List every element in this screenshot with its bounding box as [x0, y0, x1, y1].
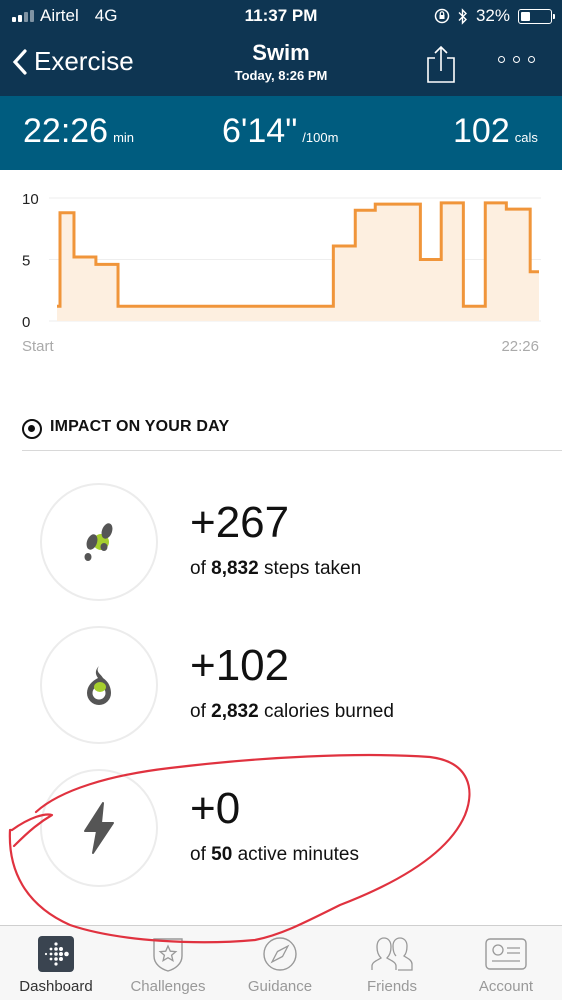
calories-total: 2,832: [211, 701, 259, 722]
lightning-icon: [84, 802, 114, 854]
x-tick-label-end: 22:26: [501, 338, 539, 355]
top-bar: Airtel 4G 11:37 PM 32% Exercise Swim Tod…: [0, 0, 562, 96]
tab-label: Guidance: [247, 978, 313, 995]
tab-label: Challenges: [130, 978, 206, 995]
steps-delta: +267: [190, 498, 290, 547]
impact-item-steps: +267 of 8,832 steps taken: [40, 483, 540, 603]
pace-chart-svg: 0 5 10 Start 22:26: [22, 191, 541, 355]
target-icon: [22, 419, 42, 439]
fitbit-logo-icon: [38, 936, 74, 972]
battery-icon: [518, 8, 555, 24]
battery-percent: 32%: [475, 6, 510, 25]
tab-label: Dashboard: [19, 978, 93, 995]
impact-item-active-minutes: +0 of 50 active minutes: [40, 769, 540, 889]
flame-icon: [87, 666, 111, 705]
pace-unit: /100m: [302, 130, 339, 145]
pace-metric: 6'14" /100m: [222, 112, 338, 151]
duration-metric: 22:26 min: [23, 112, 134, 151]
steps-total: 8,832: [211, 558, 259, 579]
star-badge-icon: [153, 938, 183, 972]
calories-description: of 2,832 calories burned: [190, 701, 394, 722]
duration-value: 22:26: [23, 112, 109, 150]
active-minutes-delta: +0: [190, 784, 241, 833]
calories-metric: 102 cals: [453, 112, 538, 151]
tab-guidance[interactable]: Guidance: [224, 926, 336, 1000]
tab-label: Account: [478, 978, 534, 995]
more-options-button[interactable]: [498, 56, 535, 63]
duration-unit: min: [113, 130, 135, 145]
active-minutes-description: of 50 active minutes: [190, 844, 360, 865]
y-tick-label: 5: [22, 253, 30, 270]
chart-area-fill: [57, 202, 539, 321]
active-minutes-icon-circle: [40, 769, 158, 887]
navigation-bar: Exercise Swim Today, 8:26 PM: [0, 36, 562, 96]
friends-icon: [371, 937, 413, 971]
y-tick-label: 0: [22, 314, 30, 331]
impact-item-calories: +102 of 2,832 calories burned: [40, 626, 540, 746]
orientation-lock-icon: [434, 8, 450, 24]
x-tick-label-start: Start: [22, 338, 55, 355]
calories-icon-circle: [40, 626, 158, 744]
pace-chart: 0 5 10 Start 22:26: [0, 170, 562, 370]
tab-challenges[interactable]: Challenges: [112, 926, 224, 1000]
footsteps-icon: [84, 523, 113, 561]
steps-icon-circle: [40, 483, 158, 601]
calories-unit: cals: [514, 130, 538, 145]
steps-description: of 8,832 steps taken: [190, 558, 362, 579]
impact-section-header: IMPACT ON YOUR DAY: [22, 418, 562, 451]
account-card-icon: [485, 938, 527, 970]
share-icon[interactable]: [425, 44, 457, 84]
pace-value: 6'14": [222, 112, 298, 150]
workout-summary: 22:26 min 6'14" /100m 102 cals: [0, 96, 562, 170]
tab-friends[interactable]: Friends: [336, 926, 448, 1000]
tab-account[interactable]: Account: [450, 926, 562, 1000]
calories-value: 102: [453, 112, 510, 150]
compass-icon: [263, 937, 297, 971]
tab-bar: Dashboard Challenges Guidance Friends Ac…: [0, 925, 562, 1000]
page-subtitle: Today, 8:26 PM: [234, 68, 328, 83]
calories-delta: +102: [190, 641, 290, 690]
y-tick-label: 10: [22, 191, 39, 208]
chart-step-line: [57, 201, 539, 308]
status-bar: Airtel 4G 11:37 PM 32%: [0, 0, 562, 32]
tab-dashboard[interactable]: Dashboard: [0, 926, 112, 1000]
tab-label: Friends: [366, 978, 418, 995]
impact-heading: IMPACT ON YOUR DAY: [50, 418, 230, 435]
active-minutes-total: 50: [211, 844, 233, 865]
page-title: Swim: [252, 40, 310, 65]
bluetooth-icon: [458, 7, 467, 25]
